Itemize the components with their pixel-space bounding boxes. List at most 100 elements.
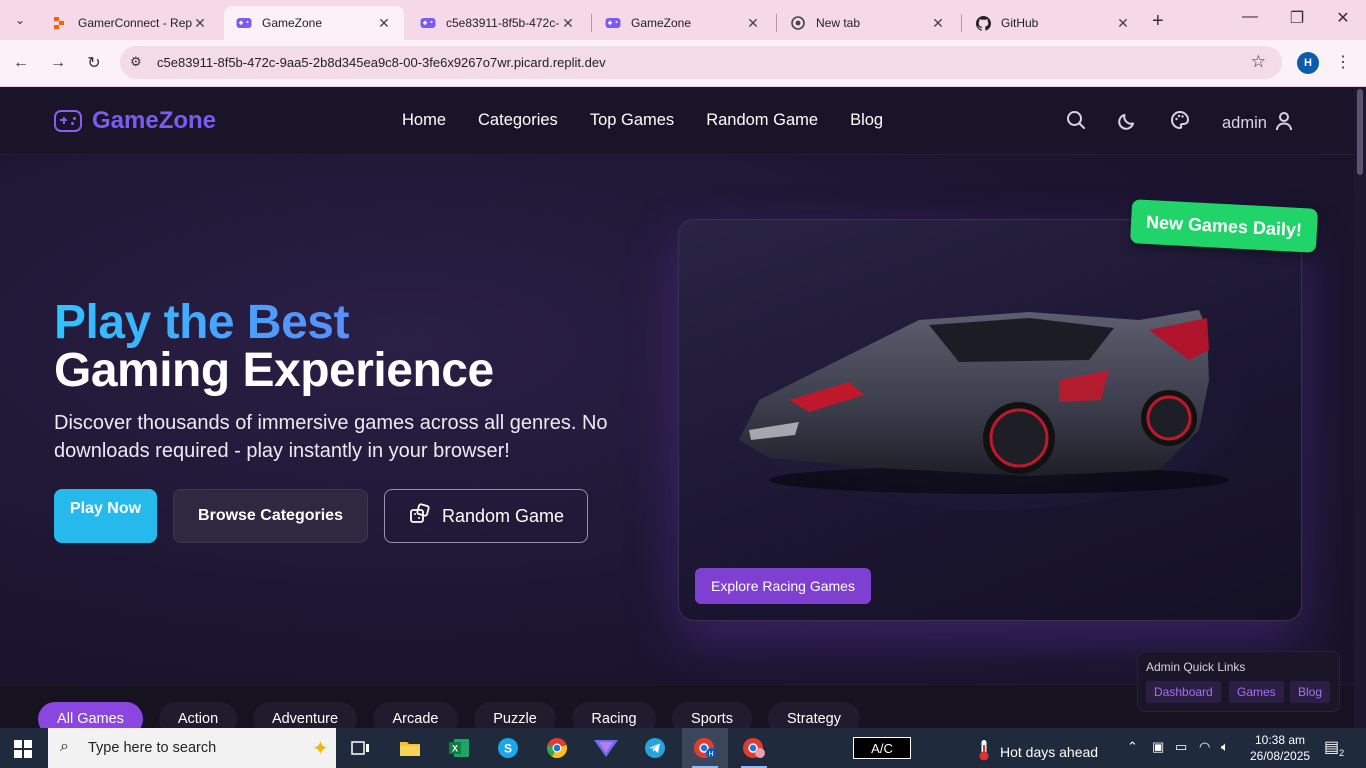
skype-icon[interactable]: S	[485, 728, 531, 768]
browser-menu-icon[interactable]: ⋮	[1335, 52, 1351, 72]
moon-icon[interactable]	[1117, 109, 1139, 131]
replit-icon	[52, 15, 68, 31]
bookmark-star-icon[interactable]: ☆	[1251, 52, 1266, 72]
tab-search-button[interactable]: ⌄	[8, 8, 32, 32]
telegram-icon[interactable]	[632, 728, 678, 768]
site-logo[interactable]: GameZone	[54, 107, 216, 135]
tab-separator	[591, 14, 592, 32]
file-explorer-icon[interactable]	[387, 728, 433, 768]
category-pill-puzzle[interactable]: Puzzle	[474, 702, 556, 728]
gamepad-icon	[236, 15, 252, 31]
battery-icon[interactable]: ▭	[1175, 739, 1187, 755]
vpn-triangle-icon[interactable]	[583, 728, 629, 768]
racing-car-image	[729, 310, 1249, 510]
chevron-up-icon[interactable]: ⌃	[1127, 739, 1138, 755]
task-view-icon[interactable]	[338, 728, 384, 768]
close-tab-icon[interactable]: ✕	[560, 15, 576, 32]
close-tab-icon[interactable]: ✕	[192, 15, 208, 32]
scrollbar-thumb[interactable]	[1357, 89, 1363, 175]
user-name: admin	[1222, 114, 1267, 132]
meet-now-icon[interactable]: ▣	[1152, 739, 1164, 755]
page-scrollbar[interactable]	[1354, 87, 1366, 728]
nav-top-games[interactable]: Top Games	[590, 111, 674, 130]
search-icon[interactable]	[1065, 109, 1087, 131]
close-tab-icon[interactable]: ✕	[930, 15, 946, 32]
play-now-button[interactable]: Play Now	[54, 489, 157, 543]
browser-tab[interactable]: GameZone ✕	[593, 6, 773, 40]
category-pill-racing[interactable]: Racing	[572, 702, 656, 728]
chrome-profile-h-icon[interactable]: H	[682, 728, 728, 768]
gamepad-icon	[420, 15, 436, 31]
browser-tab[interactable]: GitHub ✕	[963, 6, 1143, 40]
user-icon	[1275, 111, 1293, 136]
url-text[interactable]: c5e83911-8f5b-472c-9aa5-2b8d345ea9c8-00-…	[157, 55, 606, 70]
browser-tab-active[interactable]: GameZone ✕	[224, 6, 404, 40]
site-info-icon[interactable]: ⚙	[130, 54, 142, 70]
site-header: GameZone Home Categories Top Games Rando…	[0, 87, 1354, 155]
close-tab-icon[interactable]: ✕	[376, 15, 392, 32]
gamepad-icon	[605, 15, 621, 31]
restore-icon[interactable]: ❐	[1287, 8, 1307, 28]
address-bar[interactable]: ⚙ c5e83911-8f5b-472c-9aa5-2b8d345ea9c8-0…	[120, 46, 1282, 79]
forward-icon[interactable]: →	[47, 52, 69, 74]
category-pill-sports[interactable]: Sports	[672, 702, 752, 728]
tab-separator	[961, 14, 962, 32]
taskbar-search[interactable]: ⌕ Type here to search ✦	[48, 728, 336, 768]
weather-widget[interactable]: Hot days ahead	[978, 739, 1098, 764]
browser-tab-strip: ⌄ GamerConnect - Repl ✕ GameZone ✕ c5e83…	[0, 0, 1366, 40]
notifications-icon[interactable]: ▤2	[1324, 737, 1344, 758]
random-game-button[interactable]: Random Game	[384, 489, 588, 543]
category-pill-action[interactable]: Action	[159, 702, 237, 728]
category-pill-adventure[interactable]: Adventure	[253, 702, 357, 728]
windows-start-icon[interactable]	[14, 740, 32, 758]
power-status[interactable]: A/C	[853, 737, 911, 759]
excel-icon[interactable]: X	[436, 728, 482, 768]
admin-link-dashboard[interactable]: Dashboard	[1146, 681, 1221, 703]
profile-avatar[interactable]: H	[1297, 52, 1319, 74]
main-nav: Home Categories Top Games Random Game Bl…	[402, 111, 883, 130]
admin-link-games[interactable]: Games	[1229, 681, 1284, 703]
hero-title-line-1: Play the Best	[54, 296, 349, 349]
nav-random-game[interactable]: Random Game	[706, 111, 818, 130]
system-clock[interactable]: 10:38 am 26/08/2025	[1250, 732, 1310, 764]
close-tab-icon[interactable]: ✕	[1115, 15, 1131, 32]
hero-title-line-2: Gaming Experience	[54, 344, 494, 397]
nav-categories[interactable]: Categories	[478, 111, 558, 130]
back-icon[interactable]: ←	[10, 52, 32, 74]
thermometer-icon	[978, 739, 990, 764]
chrome-icon[interactable]	[534, 728, 580, 768]
svg-text:H: H	[708, 751, 713, 758]
minimize-icon[interactable]: —	[1240, 8, 1260, 26]
close-window-icon[interactable]: ✕	[1333, 8, 1353, 28]
close-tab-icon[interactable]: ✕	[745, 15, 761, 32]
browser-tab[interactable]: New tab ✕	[778, 6, 958, 40]
user-menu[interactable]: admin	[1222, 111, 1293, 136]
github-icon	[975, 15, 991, 31]
category-pill-all-games[interactable]: All Games	[38, 702, 143, 728]
svg-text:S: S	[504, 742, 512, 756]
category-pill-strategy[interactable]: Strategy	[768, 702, 860, 728]
copilot-sparkle-icon: ✦	[312, 738, 329, 760]
browser-tab[interactable]: c5e83911-8f5b-472c- ✕	[408, 6, 588, 40]
gamepad-icon	[54, 110, 82, 132]
browser-toolbar: ← → ↻ ⚙ c5e83911-8f5b-472c-9aa5-2b8d345e…	[0, 40, 1366, 87]
admin-quick-links-heading: Admin Quick Links	[1146, 660, 1246, 674]
reload-icon[interactable]: ↻	[83, 52, 105, 74]
admin-link-blog[interactable]: Blog	[1290, 681, 1331, 703]
category-pill-arcade[interactable]: Arcade	[373, 702, 458, 728]
page-content: GameZone Home Categories Top Games Rando…	[0, 87, 1354, 728]
tab-separator	[776, 14, 777, 32]
nav-blog[interactable]: Blog	[850, 111, 883, 130]
svg-text:X: X	[452, 744, 458, 754]
windows-taskbar: ⌕ Type here to search ✦ X S H A/C Hot da…	[0, 728, 1366, 768]
new-tab-button[interactable]: +	[1152, 10, 1164, 33]
browser-tab[interactable]: GamerConnect - Repl ✕	[40, 6, 220, 40]
wifi-icon[interactable]: ◠	[1199, 739, 1210, 755]
palette-icon[interactable]	[1169, 109, 1191, 131]
hero-description: Discover thousands of immersive games ac…	[54, 412, 608, 462]
chrome-profile-alt-icon[interactable]	[731, 728, 777, 768]
volume-icon[interactable]: 🔈︎	[1221, 739, 1229, 755]
nav-home[interactable]: Home	[402, 111, 446, 130]
explore-racing-games-button[interactable]: Explore Racing Games	[695, 568, 871, 604]
browse-categories-button[interactable]: Browse Categories	[173, 489, 368, 543]
